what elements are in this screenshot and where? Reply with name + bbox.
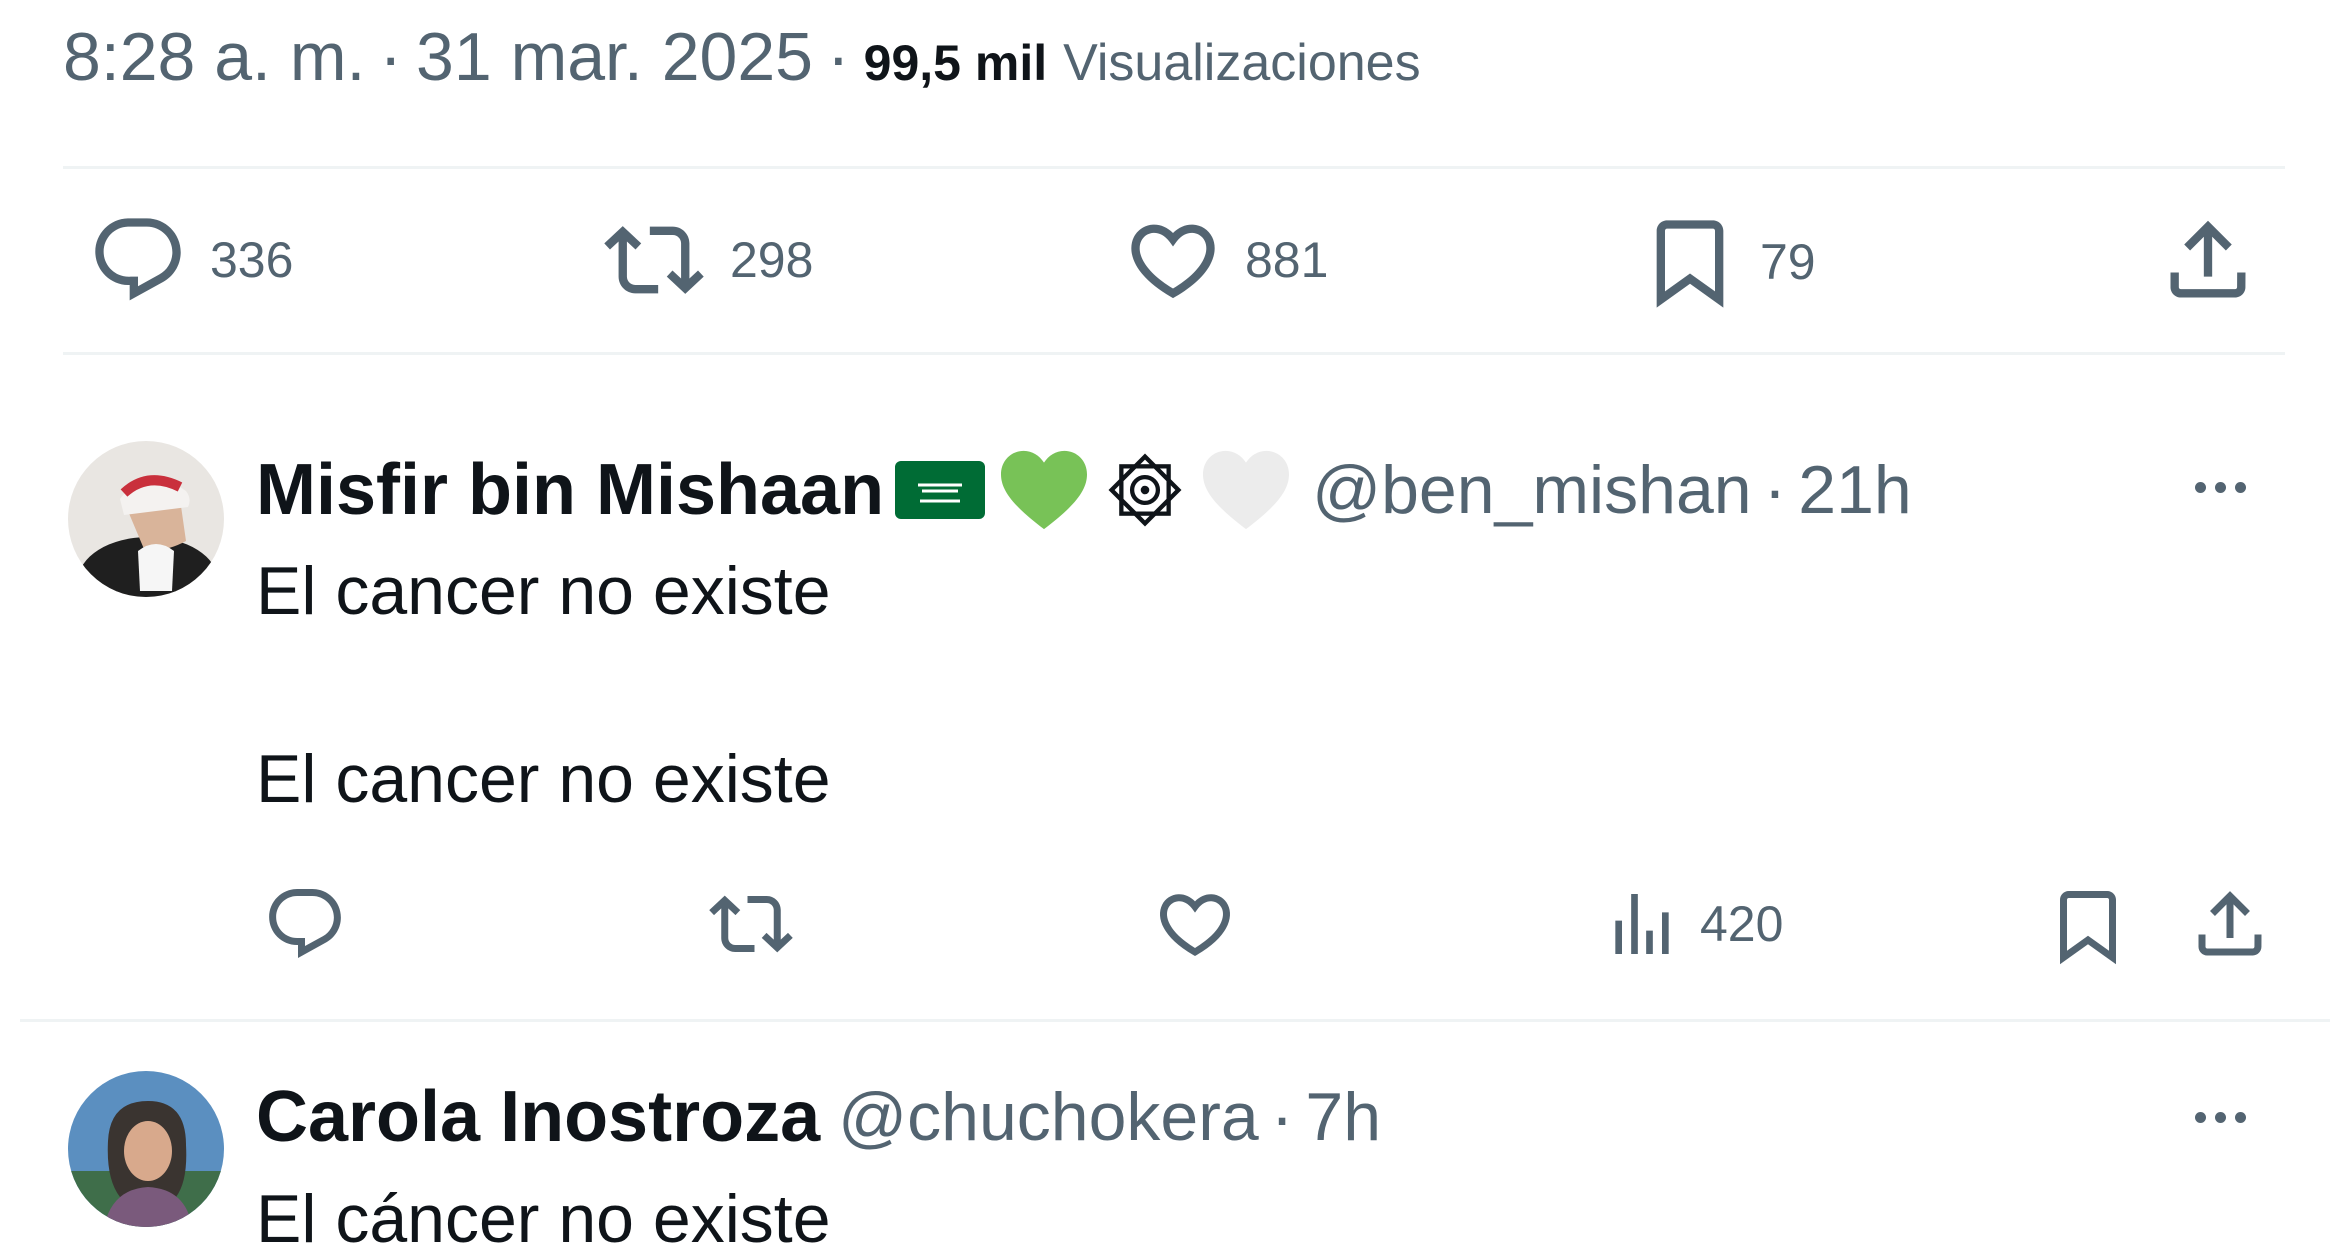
header-separator: ·	[1763, 452, 1787, 528]
reply-author-handle[interactable]: @chuchokera	[838, 1078, 1259, 1156]
reply-time[interactable]: 7h	[1305, 1078, 1381, 1156]
share-icon	[2170, 220, 2246, 298]
more-options-button[interactable]	[2195, 1112, 2246, 1123]
bookmark-button[interactable]	[2046, 882, 2130, 970]
dot-icon	[2195, 482, 2206, 493]
reply-text-line: El cancer no existe	[256, 553, 831, 629]
tweet-meta: 8:28 a. m. · 31 mar. 2025 · 99,5 mil Vis…	[63, 18, 1421, 98]
repost-button[interactable]	[704, 882, 798, 966]
reply-time[interactable]: 21h	[1798, 451, 1911, 529]
reply-text-line: El cáncer no existe	[256, 1181, 831, 1257]
bookmark-icon	[1656, 220, 1724, 308]
reply-author-handle[interactable]: @ben_mishan	[1312, 451, 1752, 529]
divider	[20, 1019, 2330, 1022]
share-icon	[2198, 891, 2262, 956]
repost-button[interactable]: 298	[598, 210, 813, 310]
tweet-date[interactable]: 31 mar. 2025	[416, 18, 813, 96]
views-label[interactable]: Visualizaciones	[1063, 33, 1420, 93]
tweet-time: 8:28 a. m.	[63, 19, 366, 95]
share-button[interactable]	[2158, 210, 2258, 310]
reply-icon	[95, 218, 181, 301]
dot-icon	[2235, 1112, 2246, 1123]
views-count[interactable]: 99,5 mil	[864, 34, 1047, 92]
avatar[interactable]	[68, 441, 224, 597]
reply-text-line: El cancer no existe	[256, 741, 831, 817]
reply-count: 336	[210, 232, 294, 288]
reply-header: Misfir bin Mishaan @ben_mishan · 21h	[256, 445, 1912, 535]
analytics-icon	[1615, 894, 1669, 954]
dot-icon	[2195, 1112, 2206, 1123]
dot-icon	[2215, 1112, 2226, 1123]
white-heart-emoji	[1198, 447, 1294, 533]
heart-icon	[1131, 224, 1215, 299]
meta-separator: ·	[827, 19, 850, 95]
avatar[interactable]	[68, 1071, 224, 1227]
saudi-flag-emoji	[894, 459, 986, 521]
dot-icon	[2235, 482, 2246, 493]
divider	[63, 352, 2285, 355]
reply-author-name[interactable]: Carola Inostroza	[256, 1076, 820, 1158]
avatar-image	[68, 441, 224, 597]
like-button[interactable]: 881	[1121, 210, 1328, 310]
like-count: 881	[1245, 232, 1329, 288]
reply-author-name[interactable]: Misfir bin Mishaan	[256, 449, 884, 531]
meta-separator: ·	[379, 19, 403, 95]
heart-icon	[1159, 894, 1231, 957]
more-options-button[interactable]	[2195, 482, 2246, 493]
dot-icon	[2215, 482, 2226, 493]
bookmark-icon	[2060, 891, 2116, 965]
header-separator: ·	[1270, 1079, 1294, 1155]
avatar-image	[68, 1071, 224, 1227]
bookmark-button[interactable]: 79	[1640, 210, 1816, 314]
like-button[interactable]	[1152, 882, 1238, 966]
reply-header: Carola Inostroza @chuchokera · 7h	[256, 1072, 1381, 1162]
reply-icon	[269, 889, 341, 958]
share-button[interactable]	[2188, 882, 2272, 966]
ornament-emoji	[1102, 447, 1188, 533]
reply-button[interactable]	[262, 882, 348, 966]
views-button[interactable]: 420	[1602, 882, 1783, 966]
divider	[63, 166, 2285, 169]
bookmark-count: 79	[1760, 234, 1816, 290]
repost-count: 298	[730, 232, 814, 288]
repost-icon	[604, 226, 704, 294]
green-heart-emoji	[996, 447, 1092, 533]
reply-button[interactable]: 336	[86, 210, 293, 310]
views-count: 420	[1700, 896, 1784, 952]
repost-icon	[709, 895, 793, 953]
